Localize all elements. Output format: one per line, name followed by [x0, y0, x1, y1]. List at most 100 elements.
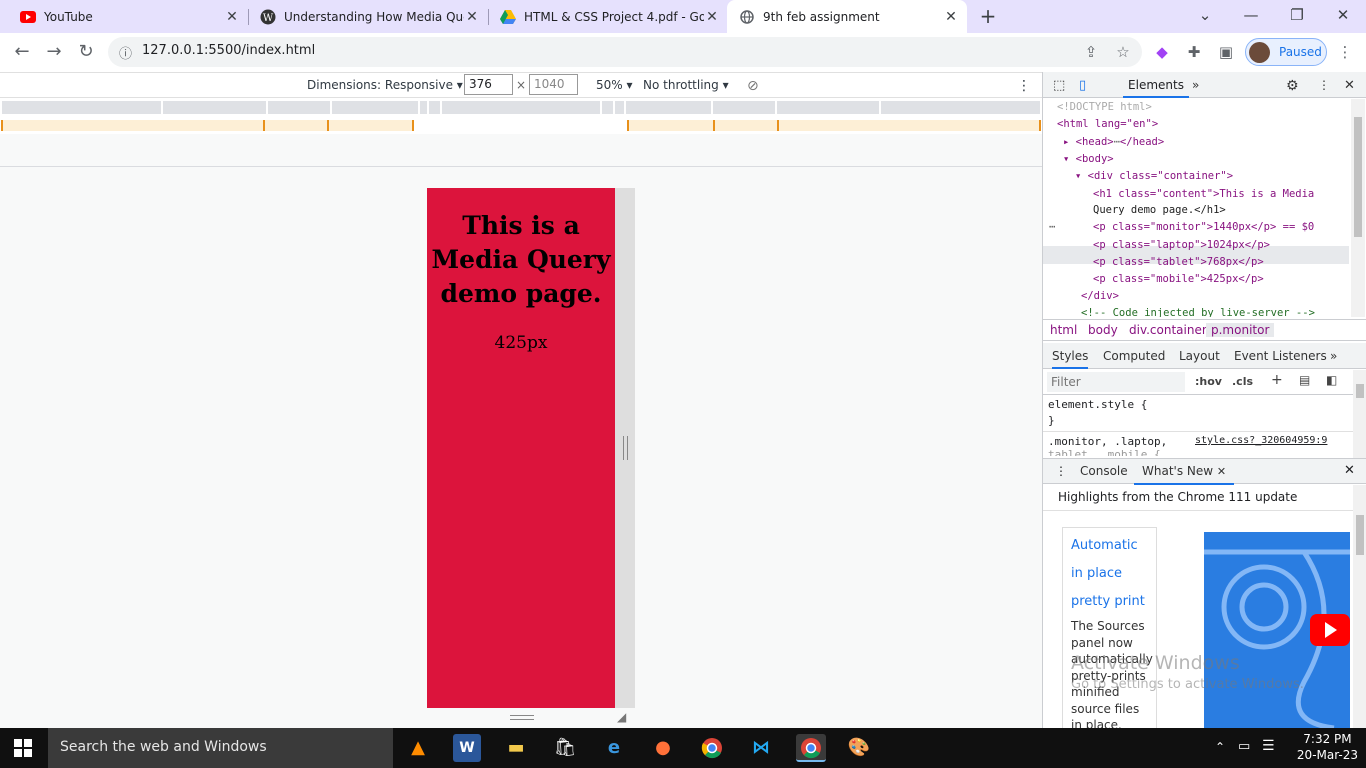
tab-console[interactable]: Console — [1080, 464, 1128, 478]
dom-line[interactable]: <p class="laptop">1024px</p> — [1093, 237, 1270, 254]
node-actions-icon[interactable]: ⋯ — [1049, 219, 1055, 236]
dimensions-dropdown[interactable]: Dimensions: Responsive ▾ — [307, 78, 463, 92]
paint-icon[interactable]: ▤ — [1299, 373, 1310, 387]
video-thumbnail[interactable] — [1204, 532, 1350, 728]
play-icon[interactable] — [1310, 614, 1350, 646]
store-icon[interactable]: 🛍 — [551, 734, 579, 762]
feature-link-line[interactable]: in place — [1071, 560, 1148, 588]
close-drawer-icon[interactable]: ✕ — [1344, 463, 1355, 478]
tab-search-chevron-icon[interactable]: ⌄ — [1182, 0, 1228, 33]
taskbar-clock[interactable]: 7:32 PM 20-Mar-23 — [1297, 731, 1358, 763]
resize-corner-icon[interactable]: ◢ — [617, 710, 626, 724]
dom-line[interactable]: ▾ <div class="container"> — [1075, 168, 1233, 185]
close-tab-icon[interactable]: ✕ — [704, 9, 720, 25]
element-style-rule[interactable]: element.style { — [1048, 398, 1147, 411]
width-input[interactable]: 376 — [464, 74, 513, 95]
resize-handle-right[interactable] — [615, 188, 635, 708]
dom-line[interactable]: </div> — [1081, 288, 1119, 305]
dom-line[interactable]: <h1 class="content">This is a Media — [1093, 186, 1314, 203]
tab-pdf[interactable]: HTML & CSS Project 4.pdf - Goo ✕ — [488, 0, 728, 33]
back-arrow-icon[interactable]: ← — [11, 41, 33, 63]
tab-computed[interactable]: Computed — [1103, 349, 1165, 363]
minimize-button[interactable]: — — [1228, 0, 1274, 33]
notification-icon[interactable]: ☰ — [1262, 738, 1275, 754]
resize-handle-bottom[interactable]: ◢ — [427, 708, 635, 728]
dom-line[interactable]: Query demo page.</h1> — [1093, 202, 1226, 219]
rule-selector[interactable]: tablet, .mobile { — [1048, 448, 1161, 456]
side-panel-icon[interactable]: ▣ — [1215, 41, 1237, 63]
emulated-page[interactable]: This is a Media Query demo page. 425px — [427, 188, 615, 708]
breadcrumb-item[interactable]: html — [1050, 323, 1077, 337]
vlc-icon[interactable]: ▲ — [404, 734, 432, 762]
close-tab-icon[interactable]: ✕ — [224, 9, 240, 25]
hov-toggle[interactable]: :hov — [1195, 375, 1222, 388]
profile-button[interactable]: Paused — [1245, 38, 1327, 66]
dom-line[interactable]: <!DOCTYPE html> — [1057, 99, 1152, 116]
chrome-profile-icon[interactable] — [796, 734, 826, 762]
feature-card[interactable]: Automatic in place pretty print The Sour… — [1062, 527, 1157, 728]
vscode-icon[interactable]: ⋈ — [747, 734, 775, 762]
url-text[interactable]: 127.0.0.1:5500/index.html — [142, 43, 315, 58]
dom-line[interactable]: <p class="tablet">768px</p> — [1093, 254, 1264, 271]
tab-active-assignment[interactable]: 9th feb assignment ✕ — [727, 0, 967, 33]
tab-layout[interactable]: Layout — [1179, 349, 1220, 363]
cls-toggle[interactable]: .cls — [1232, 375, 1253, 388]
breadcrumb-item[interactable]: body — [1088, 323, 1118, 337]
word-icon[interactable]: W — [453, 734, 481, 762]
zoom-dropdown[interactable]: 50% ▾ — [596, 78, 633, 92]
extension-icon[interactable]: ◆ — [1151, 41, 1173, 63]
new-tab-button[interactable]: + — [976, 4, 1000, 28]
file-explorer-icon[interactable]: ▬ — [502, 734, 530, 762]
chrome-icon[interactable] — [698, 734, 726, 762]
forward-arrow-icon[interactable]: → — [43, 41, 65, 63]
tab-youtube[interactable]: YouTube ✕ — [8, 0, 248, 33]
whats-new-scrollbar[interactable] — [1353, 485, 1366, 728]
bookmark-star-icon[interactable]: ☆ — [1112, 41, 1134, 63]
rule-source-link[interactable]: style.css?_320604959:9 — [1195, 435, 1327, 446]
close-window-button[interactable]: ✕ — [1320, 0, 1366, 33]
styles-scrollbar[interactable] — [1353, 370, 1366, 458]
tab-whats-new[interactable]: What's New ✕ — [1134, 459, 1235, 485]
tab-elements[interactable]: Elements — [1123, 72, 1189, 98]
breadcrumb-item[interactable]: div.container — [1129, 323, 1207, 337]
close-tab-icon[interactable]: ✕ — [464, 9, 480, 25]
gear-icon[interactable]: ⚙ — [1286, 78, 1299, 94]
reload-icon[interactable]: ↻ — [75, 41, 97, 63]
feature-link-line[interactable]: pretty print — [1071, 588, 1148, 616]
throttling-dropdown[interactable]: No throttling ▾ — [643, 78, 729, 92]
paint-app-icon[interactable]: 🎨 — [845, 734, 873, 762]
inspect-icon[interactable]: ⬚ — [1053, 78, 1065, 93]
more-tabs-icon[interactable]: » — [1330, 349, 1337, 363]
new-rule-icon[interactable]: + — [1271, 372, 1283, 388]
taskbar-search[interactable]: Search the web and Windows — [48, 728, 393, 768]
device-toggle-icon[interactable]: ▯ — [1079, 78, 1086, 93]
dom-line[interactable]: <html lang="en"> — [1057, 116, 1158, 133]
device-options-icon[interactable]: ⋮ — [1017, 78, 1031, 94]
firefox-icon[interactable]: ● — [649, 734, 677, 762]
devtools-menu-icon[interactable]: ⋮ — [1318, 78, 1330, 92]
puzzle-extensions-icon[interactable]: ✚ — [1183, 41, 1205, 63]
dom-line[interactable]: <!-- Code injected by live-server --> — [1081, 305, 1315, 317]
tab-media-query-article[interactable]: W Understanding How Media Quer ✕ — [248, 0, 488, 33]
close-tab-icon[interactable]: ✕ — [943, 9, 959, 25]
tab-event-listeners[interactable]: Event Listeners — [1234, 349, 1327, 363]
drawer-menu-icon[interactable]: ⋮ — [1055, 464, 1067, 478]
more-tabs-icon[interactable]: » — [1192, 78, 1199, 92]
info-icon[interactable]: ⓘ — [119, 43, 132, 62]
windows-start-icon[interactable] — [14, 739, 32, 760]
tray-chevron-icon[interactable]: ⌃ — [1215, 740, 1225, 754]
tab-styles[interactable]: Styles — [1052, 349, 1089, 369]
feature-link-line[interactable]: Automatic — [1071, 532, 1148, 560]
rule-selector[interactable]: .monitor, .laptop, — [1048, 435, 1167, 448]
kebab-menu-icon[interactable]: ⋮ — [1334, 41, 1356, 63]
share-icon[interactable]: ⇪ — [1080, 41, 1102, 63]
dom-line[interactable]: ▸ <head>⋯</head> — [1063, 134, 1164, 151]
styles-filter-input[interactable] — [1047, 372, 1185, 392]
edge-icon[interactable]: e — [600, 734, 628, 762]
dom-line[interactable]: <p class="mobile">425px</p> — [1093, 271, 1264, 288]
height-input[interactable]: 1040 — [529, 74, 578, 95]
restore-button[interactable]: ❐ — [1274, 0, 1320, 33]
toggle-sidebar-icon[interactable]: ◧ — [1326, 373, 1337, 387]
rotate-icon[interactable]: ⊘ — [747, 78, 759, 94]
dom-scrollbar[interactable] — [1351, 99, 1365, 317]
